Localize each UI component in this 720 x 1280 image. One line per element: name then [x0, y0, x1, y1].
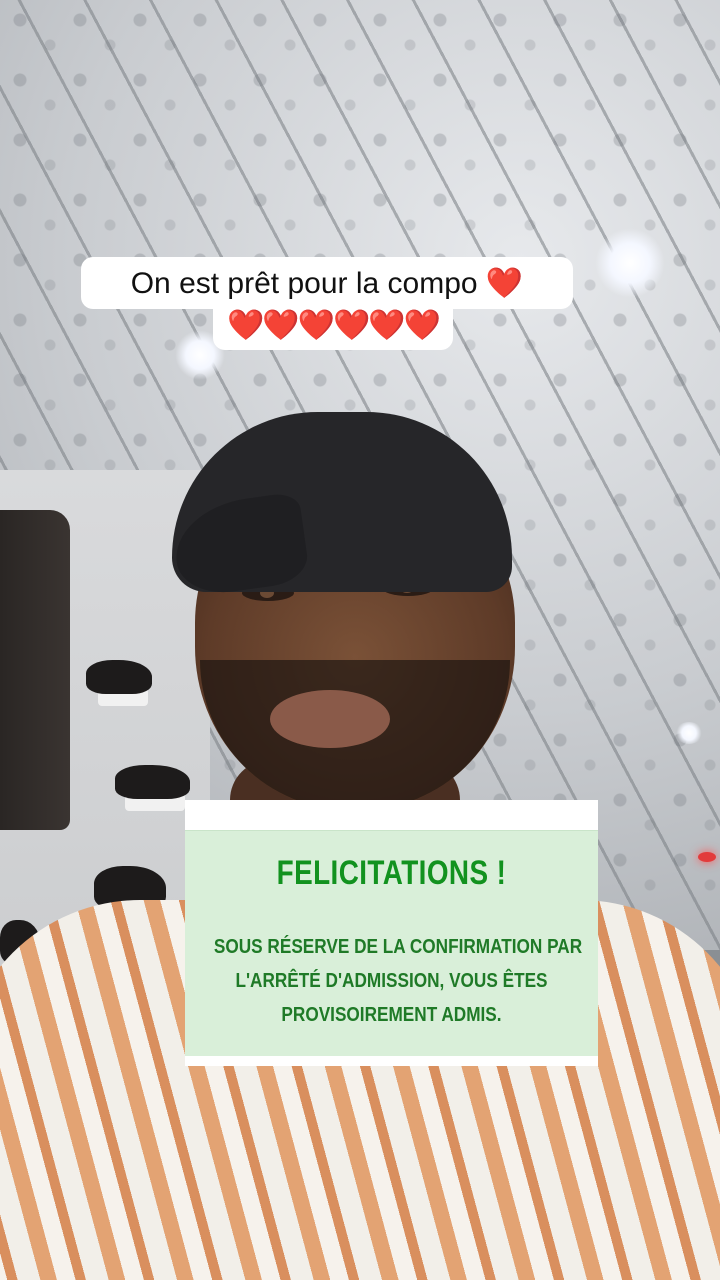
result-message-line: L'ARRÊTÉ D'ADMISSION, VOUS ÊTES [235, 970, 548, 992]
caption-hearts: ❤️❤️❤️❤️❤️❤️ [213, 300, 453, 350]
red-indicator-light [698, 852, 716, 862]
result-message: SOUS RÉSERVE DE LA CONFIRMATION PAR L'AR… [213, 930, 583, 1032]
admission-result-card: FELICITATIONS ! SOUS RÉSERVE DE LA CONFI… [185, 800, 598, 1066]
shoe [115, 765, 190, 799]
mouth [270, 690, 390, 748]
result-message-line: SOUS RÉSERVE DE LA CONFIRMATION PAR [213, 936, 583, 958]
congratulations-title: FELICITATIONS ! [276, 854, 507, 892]
ceiling-light [675, 722, 703, 744]
shoe [86, 660, 152, 694]
selfie-background-scene [0, 0, 720, 1280]
ceiling-light [595, 228, 665, 298]
hanging-jacket [0, 510, 70, 830]
result-message-line: PROVISOIREMENT ADMIS. [281, 1004, 502, 1026]
